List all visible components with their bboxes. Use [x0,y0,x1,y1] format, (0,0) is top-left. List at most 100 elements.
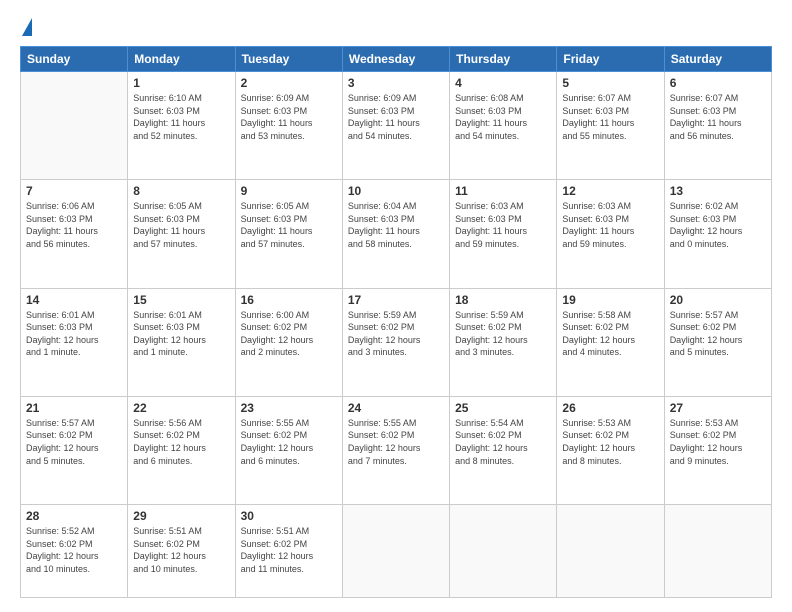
logo [20,18,32,36]
calendar-cell [342,505,449,598]
day-info: Sunrise: 6:03 AMSunset: 6:03 PMDaylight:… [562,200,658,250]
calendar-cell: 16Sunrise: 6:00 AMSunset: 6:02 PMDayligh… [235,288,342,396]
calendar-cell: 4 Sunrise: 6:08 AMSunset: 6:03 PMDaylight… [450,72,557,180]
calendar-cell: 28Sunrise: 5:52 AMSunset: 6:02 PMDayligh… [21,505,128,598]
calendar-cell: 29 Sunrise: 5:51 AMSunset: 6:02 PMDayligh… [128,505,235,598]
day-number: 16 [241,293,337,307]
day-number: 9 [241,184,337,198]
calendar-cell: 27 Sunrise: 5:53 AMSunset: 6:02 PMDayligh… [664,396,771,504]
day-number: 25 [455,401,551,415]
weekday-header-sunday: Sunday [21,47,128,72]
weekday-header-row: SundayMondayTuesdayWednesdayThursdayFrid… [21,47,772,72]
calendar-cell: 6 Sunrise: 6:07 AMSunset: 6:03 PMDaylight… [664,72,771,180]
calendar-cell: 1 Sunrise: 6:10 AMSunset: 6:03 PMDaylight… [128,72,235,180]
calendar-cell: 3Sunrise: 6:09 AMSunset: 6:03 PMDaylight… [342,72,449,180]
day-info: Sunrise: 6:05 AMSunset: 6:03 PMDaylight:… [241,200,337,250]
logo-triangle-icon [22,18,32,36]
day-number: 11 [455,184,551,198]
day-info: Sunrise: 6:07 AMSunset: 6:03 PMDaylight:… [562,92,658,142]
calendar-cell: 18Sunrise: 5:59 AMSunset: 6:02 PMDayligh… [450,288,557,396]
day-info: Sunrise: 5:58 AMSunset: 6:02 PMDaylight:… [562,309,658,359]
day-info: Sunrise: 5:53 AMSunset: 6:02 PMDaylight:… [562,417,658,467]
day-info: Sunrise: 6:01 AMSunset: 6:03 PMDaylight:… [133,309,229,359]
calendar-cell [664,505,771,598]
weekday-header-saturday: Saturday [664,47,771,72]
calendar-cell: 5 Sunrise: 6:07 AMSunset: 6:03 PMDaylight… [557,72,664,180]
day-info: Sunrise: 5:57 AMSunset: 6:02 PMDaylight:… [26,417,122,467]
day-number: 29 [133,509,229,523]
day-number: 23 [241,401,337,415]
page: SundayMondayTuesdayWednesdayThursdayFrid… [0,0,792,612]
weekday-header-friday: Friday [557,47,664,72]
day-number: 7 [26,184,122,198]
calendar-cell: 12 Sunrise: 6:03 AMSunset: 6:03 PMDayligh… [557,180,664,288]
day-number: 24 [348,401,444,415]
day-number: 26 [562,401,658,415]
day-info: Sunrise: 5:53 AMSunset: 6:02 PMDaylight:… [670,417,766,467]
calendar-cell: 17Sunrise: 5:59 AMSunset: 6:02 PMDayligh… [342,288,449,396]
day-number: 22 [133,401,229,415]
day-number: 2 [241,76,337,90]
day-info: Sunrise: 5:56 AMSunset: 6:02 PMDaylight:… [133,417,229,467]
week-row-2: 7 Sunrise: 6:06 AMSunset: 6:03 PMDaylight… [21,180,772,288]
calendar-cell: 2 Sunrise: 6:09 AMSunset: 6:03 PMDaylight… [235,72,342,180]
calendar-cell: 9 Sunrise: 6:05 AMSunset: 6:03 PMDaylight… [235,180,342,288]
week-row-4: 21 Sunrise: 5:57 AMSunset: 6:02 PMDayligh… [21,396,772,504]
calendar-cell [557,505,664,598]
calendar-cell [450,505,557,598]
day-info: Sunrise: 6:09 AMSunset: 6:03 PMDaylight:… [241,92,337,142]
weekday-header-thursday: Thursday [450,47,557,72]
day-number: 1 [133,76,229,90]
calendar-cell: 19 Sunrise: 5:58 AMSunset: 6:02 PMDayligh… [557,288,664,396]
weekday-header-wednesday: Wednesday [342,47,449,72]
weekday-header-monday: Monday [128,47,235,72]
calendar-cell: 13 Sunrise: 6:02 AMSunset: 6:03 PMDayligh… [664,180,771,288]
day-number: 17 [348,293,444,307]
day-info: Sunrise: 5:51 AMSunset: 6:02 PMDaylight:… [241,525,337,575]
day-info: Sunrise: 5:55 AMSunset: 6:02 PMDaylight:… [241,417,337,467]
day-info: Sunrise: 6:04 AMSunset: 6:03 PMDaylight:… [348,200,444,250]
week-row-5: 28Sunrise: 5:52 AMSunset: 6:02 PMDayligh… [21,505,772,598]
day-info: Sunrise: 5:52 AMSunset: 6:02 PMDaylight:… [26,525,122,575]
calendar-cell: 23 Sunrise: 5:55 AMSunset: 6:02 PMDayligh… [235,396,342,504]
day-info: Sunrise: 6:07 AMSunset: 6:03 PMDaylight:… [670,92,766,142]
day-number: 12 [562,184,658,198]
day-number: 5 [562,76,658,90]
day-info: Sunrise: 6:06 AMSunset: 6:03 PMDaylight:… [26,200,122,250]
calendar-cell: 25 Sunrise: 5:54 AMSunset: 6:02 PMDayligh… [450,396,557,504]
calendar-cell: 21 Sunrise: 5:57 AMSunset: 6:02 PMDayligh… [21,396,128,504]
day-info: Sunrise: 5:55 AMSunset: 6:02 PMDaylight:… [348,417,444,467]
day-info: Sunrise: 6:01 AMSunset: 6:03 PMDaylight:… [26,309,122,359]
day-info: Sunrise: 6:05 AMSunset: 6:03 PMDaylight:… [133,200,229,250]
day-number: 4 [455,76,551,90]
day-number: 10 [348,184,444,198]
week-row-3: 14Sunrise: 6:01 AMSunset: 6:03 PMDayligh… [21,288,772,396]
day-number: 18 [455,293,551,307]
day-number: 19 [562,293,658,307]
day-number: 8 [133,184,229,198]
day-info: Sunrise: 6:03 AMSunset: 6:03 PMDaylight:… [455,200,551,250]
calendar-cell: 22 Sunrise: 5:56 AMSunset: 6:02 PMDayligh… [128,396,235,504]
day-info: Sunrise: 6:02 AMSunset: 6:03 PMDaylight:… [670,200,766,250]
day-info: Sunrise: 6:08 AMSunset: 6:03 PMDaylight:… [455,92,551,142]
day-number: 15 [133,293,229,307]
day-info: Sunrise: 6:10 AMSunset: 6:03 PMDaylight:… [133,92,229,142]
calendar-cell: 10 Sunrise: 6:04 AMSunset: 6:03 PMDayligh… [342,180,449,288]
calendar-cell [21,72,128,180]
calendar-cell: 11 Sunrise: 6:03 AMSunset: 6:03 PMDayligh… [450,180,557,288]
day-number: 27 [670,401,766,415]
calendar-cell: 26 Sunrise: 5:53 AMSunset: 6:02 PMDayligh… [557,396,664,504]
day-info: Sunrise: 6:09 AMSunset: 6:03 PMDaylight:… [348,92,444,142]
day-number: 13 [670,184,766,198]
header [20,18,772,36]
day-number: 30 [241,509,337,523]
weekday-header-tuesday: Tuesday [235,47,342,72]
calendar-cell: 14Sunrise: 6:01 AMSunset: 6:03 PMDayligh… [21,288,128,396]
day-info: Sunrise: 5:54 AMSunset: 6:02 PMDaylight:… [455,417,551,467]
day-number: 20 [670,293,766,307]
day-number: 6 [670,76,766,90]
day-number: 21 [26,401,122,415]
day-info: Sunrise: 5:57 AMSunset: 6:02 PMDaylight:… [670,309,766,359]
day-info: Sunrise: 5:51 AMSunset: 6:02 PMDaylight:… [133,525,229,575]
calendar-cell: 8 Sunrise: 6:05 AMSunset: 6:03 PMDaylight… [128,180,235,288]
